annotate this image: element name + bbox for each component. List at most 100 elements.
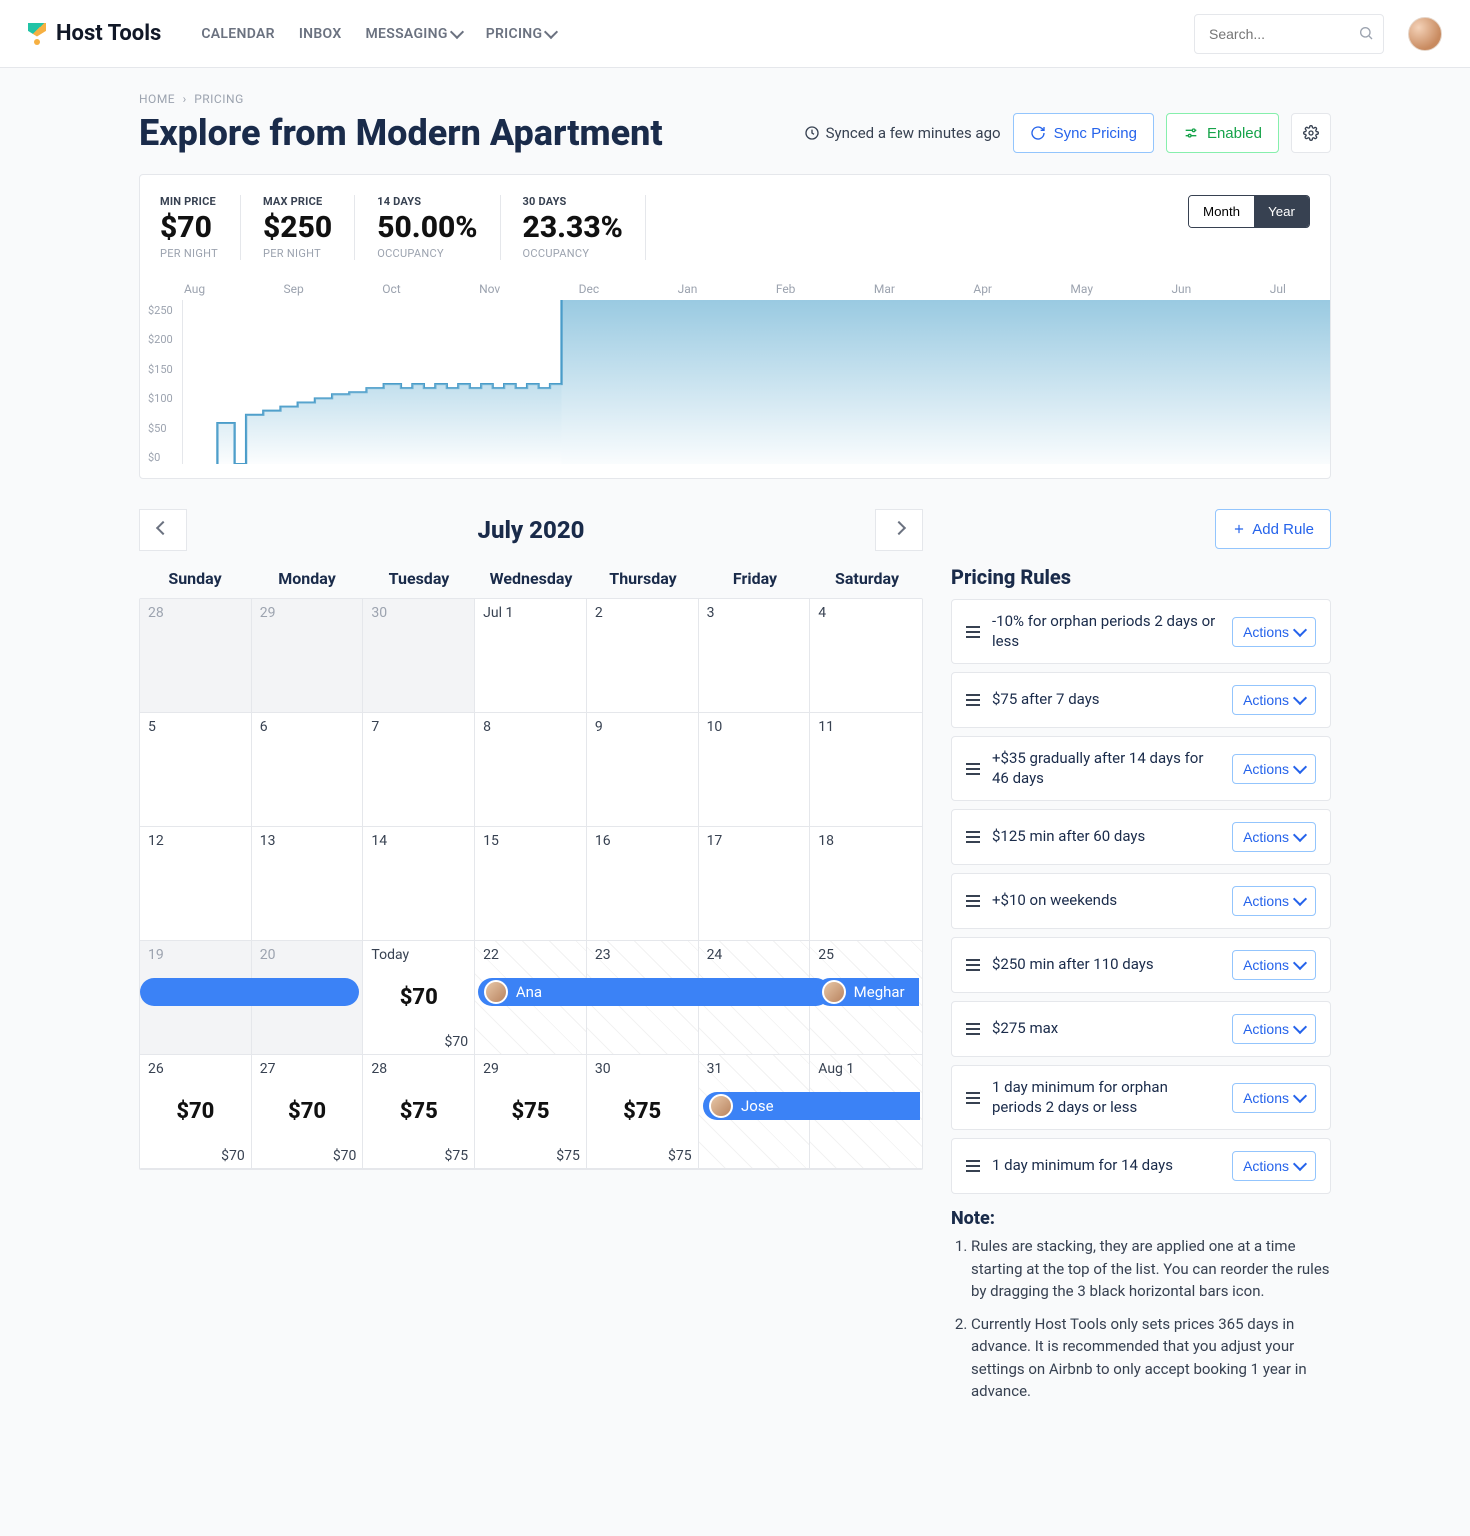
pricing-rule: $275 maxActions bbox=[951, 1001, 1331, 1057]
booking-bar-jose[interactable]: Jose bbox=[703, 1092, 920, 1120]
day-number: 7 bbox=[371, 719, 466, 735]
calendar-day[interactable]: 4 bbox=[810, 599, 922, 713]
enabled-label: Enabled bbox=[1207, 125, 1262, 142]
next-month-button[interactable] bbox=[875, 509, 923, 551]
calendar-day[interactable]: 7 bbox=[363, 713, 475, 827]
calendar-day[interactable]: 5 bbox=[140, 713, 252, 827]
day-price-main: $75 bbox=[475, 1099, 586, 1124]
calendar-day[interactable]: 18 bbox=[810, 827, 922, 941]
crumb-home[interactable]: HOME bbox=[139, 92, 175, 106]
guest-avatar-icon bbox=[484, 980, 508, 1004]
drag-handle-icon[interactable] bbox=[966, 831, 980, 843]
calendar-day[interactable]: 27$70$70 bbox=[252, 1055, 364, 1169]
search-icon bbox=[1358, 25, 1374, 45]
drag-handle-icon[interactable] bbox=[966, 895, 980, 907]
chart-y-label: $150 bbox=[148, 363, 173, 376]
rule-actions-button[interactable]: Actions bbox=[1232, 617, 1316, 647]
calendar-day[interactable]: 16 bbox=[587, 827, 699, 941]
toggle-year[interactable]: Year bbox=[1254, 196, 1309, 227]
stat-label: MAX PRICE bbox=[263, 195, 332, 208]
stat-sub: OCCUPANCY bbox=[377, 247, 477, 260]
calendar-day[interactable]: 9 bbox=[587, 713, 699, 827]
calendar-day[interactable]: 3 bbox=[699, 599, 811, 713]
calendar-day[interactable]: 30 bbox=[363, 599, 475, 713]
drag-handle-icon[interactable] bbox=[966, 1160, 980, 1172]
calendar-day[interactable]: 29$75$75 bbox=[475, 1055, 587, 1169]
day-number: 9 bbox=[595, 719, 690, 735]
day-number: 29 bbox=[483, 1061, 578, 1077]
calendar-day[interactable]: 8 bbox=[475, 713, 587, 827]
day-number: 8 bbox=[483, 719, 578, 735]
settings-button[interactable] bbox=[1291, 113, 1331, 153]
booking-guest-name: Ana bbox=[516, 983, 542, 1001]
weekday-row: SundayMondayTuesdayWednesdayThursdayFrid… bbox=[139, 569, 923, 588]
drag-handle-icon[interactable] bbox=[966, 763, 980, 775]
calendar-day[interactable]: Jul 1 bbox=[475, 599, 587, 713]
calendar-day[interactable]: 17 bbox=[699, 827, 811, 941]
calendar-day[interactable]: 29 bbox=[252, 599, 364, 713]
day-price-sub: $75 bbox=[668, 1148, 692, 1164]
weekday-label: Monday bbox=[251, 569, 363, 588]
booking-guest-name: Meghar bbox=[854, 983, 905, 1001]
nav-calendar[interactable]: CALENDAR bbox=[201, 26, 274, 42]
rule-actions-button[interactable]: Actions bbox=[1232, 754, 1316, 784]
nav-inbox[interactable]: INBOX bbox=[299, 26, 342, 42]
stat-value: $70 bbox=[160, 210, 218, 245]
rule-actions-button[interactable]: Actions bbox=[1232, 1151, 1316, 1181]
calendar-day[interactable]: 10 bbox=[699, 713, 811, 827]
calendar-day[interactable]: 13 bbox=[252, 827, 364, 941]
rule-actions-button[interactable]: Actions bbox=[1232, 822, 1316, 852]
drag-handle-icon[interactable] bbox=[966, 959, 980, 971]
day-number: 24 bbox=[707, 947, 802, 963]
day-number: 29 bbox=[260, 605, 355, 621]
day-number: Today bbox=[371, 947, 466, 963]
search-field-wrap bbox=[1194, 14, 1384, 54]
note-item: Rules are stacking, they are applied one… bbox=[971, 1235, 1331, 1303]
rule-actions-button[interactable]: Actions bbox=[1232, 886, 1316, 916]
calendar-day[interactable]: 15 bbox=[475, 827, 587, 941]
day-price-main: $75 bbox=[587, 1099, 698, 1124]
search-input[interactable] bbox=[1194, 14, 1384, 54]
drag-handle-icon[interactable] bbox=[966, 1092, 980, 1104]
booking-bar[interactable] bbox=[140, 978, 359, 1006]
calendar-day[interactable]: 30$75$75 bbox=[587, 1055, 699, 1169]
stat-14-days: 14 DAYS 50.00% OCCUPANCY bbox=[377, 195, 500, 260]
booking-bar-meghan[interactable]: Meghar bbox=[816, 978, 919, 1006]
rule-actions-button[interactable]: Actions bbox=[1232, 950, 1316, 980]
add-rule-button[interactable]: Add Rule bbox=[1215, 509, 1331, 549]
drag-handle-icon[interactable] bbox=[966, 694, 980, 706]
breadcrumb: HOME › PRICING bbox=[139, 68, 1331, 106]
day-number: 13 bbox=[260, 833, 355, 849]
calendar-day[interactable]: 2 bbox=[587, 599, 699, 713]
calendar-day[interactable]: Today$70$70 bbox=[363, 941, 475, 1055]
rule-actions-button[interactable]: Actions bbox=[1232, 1014, 1316, 1044]
rule-actions-button[interactable]: Actions bbox=[1232, 685, 1316, 715]
booking-bar-ana[interactable]: Ana bbox=[478, 978, 830, 1006]
day-number: 25 bbox=[818, 947, 914, 963]
calendar-day[interactable]: 14 bbox=[363, 827, 475, 941]
calendar-section: July 2020 SundayMondayTuesdayWednesdayTh… bbox=[139, 509, 923, 1170]
brand-logo[interactable]: Host Tools bbox=[28, 21, 161, 46]
nav-messaging[interactable]: MESSAGING bbox=[366, 26, 462, 42]
toggle-month[interactable]: Month bbox=[1189, 196, 1254, 227]
notes-list: Rules are stacking, they are applied one… bbox=[951, 1235, 1331, 1403]
calendar-grid: 282930Jul 123456789101112131415161718192… bbox=[139, 598, 923, 1170]
guest-avatar-icon bbox=[822, 980, 846, 1004]
rule-actions-button[interactable]: Actions bbox=[1232, 1083, 1316, 1113]
enabled-button[interactable]: Enabled bbox=[1166, 113, 1279, 153]
calendar-day[interactable]: 28 bbox=[140, 599, 252, 713]
drag-handle-icon[interactable] bbox=[966, 626, 980, 638]
crumb-pricing[interactable]: PRICING bbox=[194, 92, 244, 106]
day-number: 4 bbox=[818, 605, 914, 621]
prev-month-button[interactable] bbox=[139, 509, 187, 551]
nav-pricing[interactable]: PRICING bbox=[486, 26, 557, 42]
calendar-day[interactable]: 11 bbox=[810, 713, 922, 827]
stat-value: 50.00% bbox=[377, 210, 477, 245]
drag-handle-icon[interactable] bbox=[966, 1023, 980, 1035]
calendar-day[interactable]: 12 bbox=[140, 827, 252, 941]
calendar-day[interactable]: 28$75$75 bbox=[363, 1055, 475, 1169]
calendar-day[interactable]: 26$70$70 bbox=[140, 1055, 252, 1169]
user-avatar[interactable] bbox=[1408, 17, 1442, 51]
sync-pricing-button[interactable]: Sync Pricing bbox=[1013, 113, 1154, 153]
calendar-day[interactable]: 6 bbox=[252, 713, 364, 827]
